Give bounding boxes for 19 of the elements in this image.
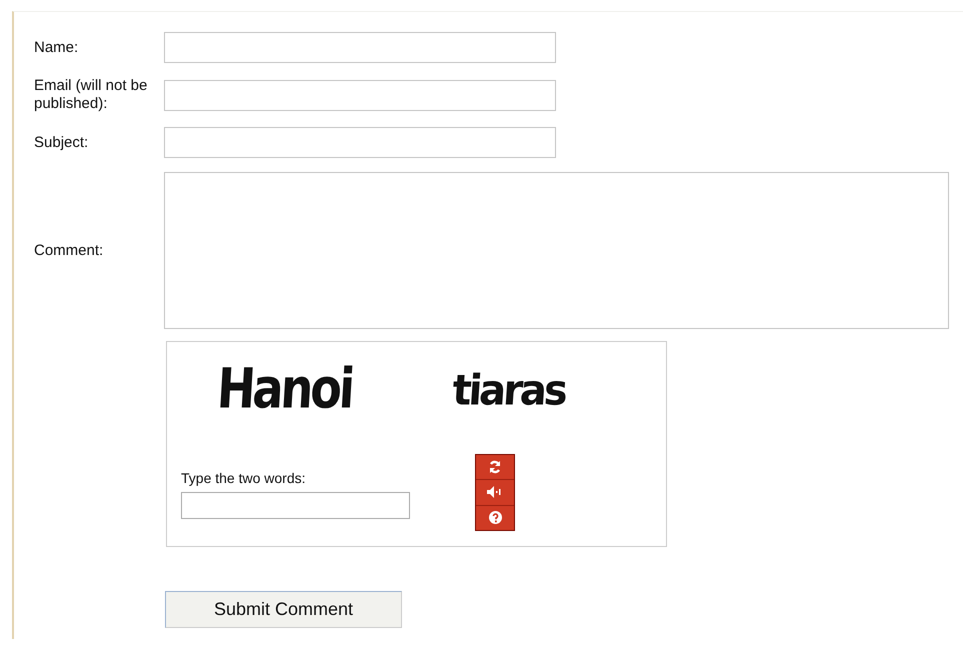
speaker-icon (487, 486, 503, 498)
refresh-icon (488, 460, 502, 474)
input-field[interactable] (164, 80, 556, 110)
field-label: Subject: (34, 134, 90, 152)
captcha-input[interactable] (181, 492, 410, 519)
help-icon (488, 511, 502, 524)
comment-field[interactable] (164, 172, 949, 329)
submit-button[interactable]: Submit Comment (165, 591, 402, 628)
audio-button[interactable] (476, 480, 514, 506)
input-field[interactable] (164, 127, 556, 158)
help-button[interactable] (476, 506, 514, 530)
field-label: Email (will not be published): (34, 77, 148, 113)
field-label: Comment: (34, 242, 104, 260)
captcha-prompt: Type the two words: (181, 470, 307, 486)
refresh-button[interactable] (476, 455, 514, 480)
input-field[interactable] (164, 32, 556, 63)
captcha-word: tiaras (450, 366, 566, 417)
captcha-word: Hanoi (214, 356, 354, 423)
field-label: Name: (34, 38, 80, 56)
